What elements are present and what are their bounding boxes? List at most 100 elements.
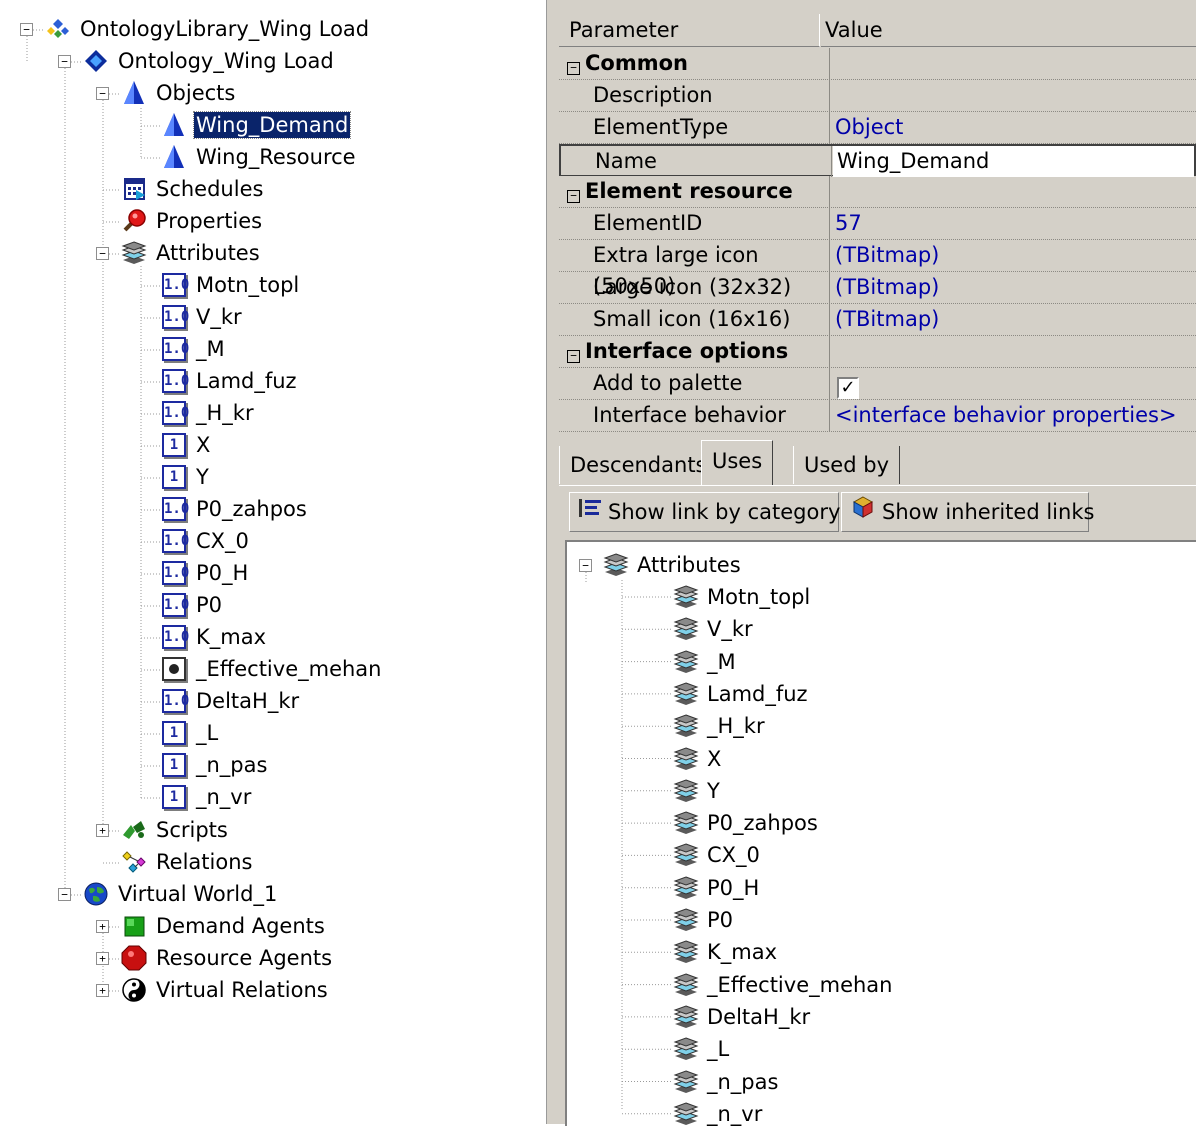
tree-item-attribute[interactable]: 1.0 P0_zahpos [160,494,309,524]
tree-label: Virtual Relations [156,978,328,1002]
uses-item[interactable]: _Effective_mehan [671,970,892,1000]
tree-item-attribute[interactable]: 1.0 P0 [160,590,224,620]
tree-item-scripts[interactable]: Scripts [120,815,230,845]
tree-item-demand-agents[interactable]: Demand Agents [120,911,327,941]
expander-virtual-world[interactable]: − [58,888,71,901]
show-inherited-links-button[interactable]: Show inherited links [841,492,1094,532]
ontology-tree-panel[interactable]: − − − − + − + + + OntologyLibrary_Wing L… [0,0,547,1124]
tree-item-ontology-library[interactable]: OntologyLibrary_Wing Load [44,14,371,44]
tree-item-attribute[interactable]: 1.0 P0_H [160,558,250,588]
property-row[interactable]: Interface behavior <interface behavior pr… [559,400,1196,432]
uses-item[interactable]: Y [671,776,720,806]
tree-item-virtual-relations[interactable]: Virtual Relations [120,975,330,1005]
tree-item-attribute[interactable]: 1.0 K_max [160,622,268,652]
tree-item-attribute[interactable]: 1.0 _M [160,334,227,364]
expander-root[interactable]: − [20,23,33,36]
tree-item-resource-agents[interactable]: Resource Agents [120,943,334,973]
expander-virtual-relations[interactable]: + [96,984,109,997]
tree-item-schedules[interactable]: Schedules [120,174,265,204]
numeric-badge: 1.0 [162,305,189,329]
property-row[interactable]: Large icon (32x32) (TBitmap) [559,272,1196,304]
tree-item-attribute[interactable]: 1.0 Motn_topl [160,270,301,300]
uses-item[interactable]: P0 [671,905,733,935]
uses-item[interactable]: _n_pas [671,1067,778,1097]
tree-item-attribute[interactable]: 1X [160,430,212,460]
collapse-category-icon[interactable]: − [567,190,580,203]
expander-uses-attributes[interactable]: − [579,559,592,572]
property-value-cell[interactable]: 57 [831,208,1196,239]
uses-item[interactable]: _L [671,1034,729,1064]
tree-item-attribute[interactable]: _Effective_mehan [160,654,383,684]
uses-item[interactable]: V_kr [671,614,753,644]
uses-item[interactable]: X [671,744,721,774]
show-link-by-category-button[interactable]: Show link by category [569,492,840,532]
uses-item[interactable]: Motn_topl [671,582,810,612]
column-header-parameter[interactable]: Parameter [559,14,820,47]
numeric-badge: 1 [162,433,186,457]
property-grid[interactable]: Parameter Value − Common Description Elemen… [559,14,1196,434]
property-row[interactable]: Description [559,80,1196,112]
property-value-cell[interactable]: ✓ [831,368,1196,399]
uses-item[interactable]: _M [671,647,736,677]
tab-used-by[interactable]: Used by [793,446,900,484]
uses-item[interactable]: CX_0 [671,840,760,870]
expander-attributes[interactable]: − [96,247,109,260]
uses-item[interactable]: P0_zahpos [671,808,818,838]
property-category-row[interactable]: − Interface options [559,336,1196,368]
tree-item-wing-resource[interactable]: Wing_Resource [160,142,358,172]
property-value-cell[interactable]: (TBitmap) [831,304,1196,335]
uses-item[interactable]: P0_H [671,873,759,903]
column-header-value[interactable]: Value [821,14,1196,47]
property-row[interactable]: Name Wing_Demand [559,144,1196,177]
property-value-editor[interactable]: Wing_Demand [833,146,1194,177]
tree-item-attribute[interactable]: 1.0 CX_0 [160,526,251,556]
tree-item-attribute[interactable]: 1Y [160,462,211,492]
property-row[interactable]: Add to palette ✓ [559,368,1196,400]
property-row[interactable]: ElementType Object [559,112,1196,144]
uses-tree[interactable]: − Attributes Motn_topl V_kr _M Lamd_fuz _H_k… [565,540,1196,1126]
tree-item-ontology[interactable]: Ontology_Wing Load [82,46,336,76]
expander-objects[interactable]: − [96,87,109,100]
expander-scripts[interactable]: + [96,824,109,837]
tree-item-virtual-world[interactable]: Virtual World_1 [82,879,279,909]
uses-item-attributes[interactable]: Attributes [601,550,741,580]
property-value-cell[interactable]: Object [831,112,1196,143]
expander-demand-agents[interactable]: + [96,920,109,933]
uses-item[interactable]: _n_vr [671,1099,762,1126]
tree-item-relations[interactable]: Relations [120,847,254,877]
property-value-cell[interactable]: (TBitmap) [831,272,1196,303]
property-category-row[interactable]: − Element resource [559,176,1196,208]
tab-uses[interactable]: Uses [701,440,774,485]
expander-resource-agents[interactable]: + [96,952,109,965]
property-row[interactable]: Extra large icon (50x50) (TBitmap) [559,240,1196,298]
tree-item-attribute[interactable]: 1.0 _H_kr [160,398,256,428]
tree-item-attribute[interactable]: 1.0 DeltaH_kr [160,686,301,716]
property-value-cell[interactable]: (TBitmap) [831,240,1196,271]
tree-item-wing-demand[interactable]: Wing_Demand [160,110,352,140]
property-row[interactable]: Small icon (16x16) (TBitmap) [559,304,1196,336]
property-row[interactable]: ElementID 57 [559,208,1196,240]
uses-item[interactable]: _H_kr [671,711,765,741]
add-to-palette-checkbox[interactable]: ✓ [837,377,859,399]
tree-item-attribute[interactable]: 1 _L [160,718,220,748]
tree-item-attribute[interactable]: 1 _n_pas [160,750,269,780]
tree-item-attribute[interactable]: 1.0 Lamd_fuz [160,366,299,396]
property-value-cell[interactable] [831,48,1196,79]
tree-item-objects[interactable]: Objects [120,78,237,108]
property-value-cell[interactable] [831,80,1196,111]
tree-item-properties[interactable]: Properties [120,206,264,236]
uses-item[interactable]: DeltaH_kr [671,1002,810,1032]
uses-item[interactable]: Lamd_fuz [671,679,808,709]
tree-item-attributes[interactable]: Attributes [120,238,262,268]
uses-item[interactable]: K_max [671,937,777,967]
property-value-cell[interactable] [831,336,1196,367]
expander-ontology[interactable]: − [58,55,71,68]
property-value-cell[interactable] [831,176,1196,207]
tree-item-attribute[interactable]: 1 _n_vr [160,782,253,812]
property-category-row[interactable]: − Common [559,48,1196,80]
property-value-cell[interactable]: <interface behavior properties> [831,400,1196,431]
tab-descendants[interactable]: Descendants [559,446,718,484]
collapse-category-icon[interactable]: − [567,350,580,363]
tree-item-attribute[interactable]: 1.0 V_kr [160,302,244,332]
collapse-category-icon[interactable]: − [567,62,580,75]
